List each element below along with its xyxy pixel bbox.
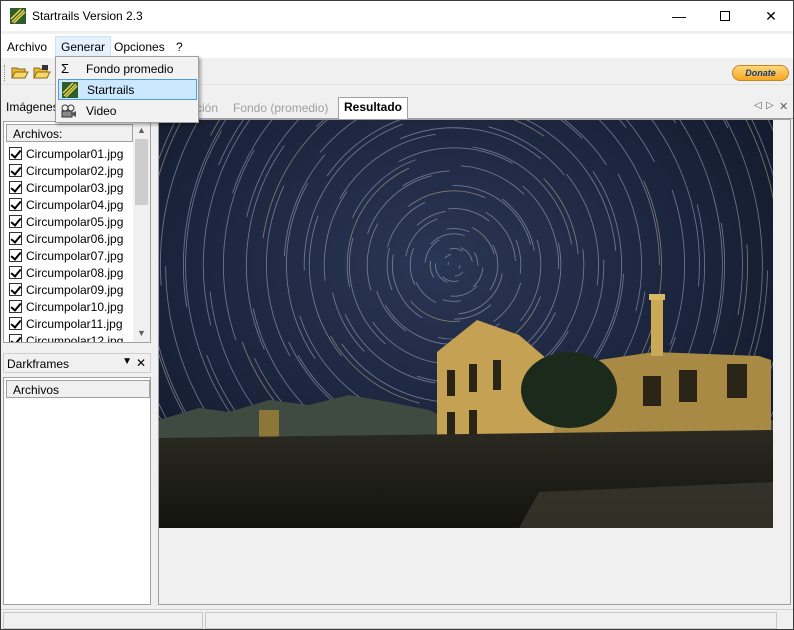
image-file-list: Archivos: Circumpolar01.jpg Circumpolar02…: [3, 121, 151, 343]
file-checkbox[interactable]: [9, 317, 22, 330]
tab-fondo-promedio[interactable]: Fondo (promedio): [228, 99, 333, 119]
left-panel: Imágenes Archivos: Circumpolar01.jpg Circ…: [1, 95, 154, 607]
view-tabs: ción Fondo (promedio) Resultado ◁ ▷ ✕: [156, 95, 793, 119]
list-item[interactable]: Circumpolar03.jpg: [9, 179, 123, 196]
menu-help[interactable]: ?: [171, 37, 188, 57]
startrails-app-icon: [10, 8, 26, 24]
menu-item-startrails[interactable]: Startrails: [58, 79, 197, 100]
file-name: Circumpolar08.jpg: [26, 265, 124, 280]
donate-button[interactable]: Donate: [732, 65, 789, 81]
menu-bar: Archivo Generar Opciones ?: [1, 34, 793, 58]
file-checkbox[interactable]: [9, 181, 22, 194]
file-checkbox[interactable]: [9, 232, 22, 245]
close-icon: ✕: [765, 7, 777, 24]
toolbar-grip: [4, 65, 6, 81]
list-item[interactable]: Circumpolar11.jpg: [9, 315, 123, 332]
image-scrollbar[interactable]: [773, 120, 790, 604]
sigma-icon: Σ: [61, 61, 70, 76]
darkframes-panel-header: Darkframes ▼ ✕: [3, 353, 151, 373]
file-name: Circumpolar07.jpg: [26, 248, 124, 263]
menu-item-fondo-promedio[interactable]: Σ Fondo promedio: [58, 59, 197, 80]
right-panel: ción Fondo (promedio) Resultado ◁ ▷ ✕: [156, 95, 793, 607]
menu-item-label: Video: [86, 104, 117, 118]
minimize-icon: —: [672, 8, 686, 24]
file-name: Circumpolar06.jpg: [26, 231, 124, 246]
window-title: Startrails Version 2.3: [32, 9, 143, 23]
list-item[interactable]: Circumpolar05.jpg: [9, 213, 123, 230]
file-name: Circumpolar11.jpg: [26, 316, 123, 331]
close-button[interactable]: ✕: [748, 1, 794, 31]
tab-resultado[interactable]: Resultado: [338, 97, 409, 119]
file-name: Circumpolar05.jpg: [26, 214, 124, 229]
file-name: Circumpolar01.jpg: [26, 146, 124, 161]
file-name: Circumpolar02.jpg: [26, 163, 124, 178]
file-checkbox[interactable]: [9, 147, 22, 160]
darkframes-column-header[interactable]: Archivos: [6, 380, 150, 398]
archivos-column-header[interactable]: Archivos:: [6, 124, 133, 142]
status-bar: [1, 609, 793, 629]
menu-archivo[interactable]: Archivo: [2, 37, 52, 57]
file-name: Circumpolar12.jpg: [26, 333, 124, 343]
list-item[interactable]: Circumpolar10.jpg: [9, 298, 123, 315]
minimize-button[interactable]: —: [656, 1, 702, 31]
file-list-scrollbar[interactable]: ▲ ▼: [133, 122, 150, 342]
list-item[interactable]: Circumpolar07.jpg: [9, 247, 123, 264]
scrollbar-thumb[interactable]: [135, 139, 148, 205]
generar-dropdown: Σ Fondo promedio Startrails Video: [55, 56, 199, 123]
maximize-button[interactable]: [702, 1, 748, 31]
status-cell-right: [205, 612, 777, 629]
tab-scroll-right-icon[interactable]: ▷: [766, 100, 774, 111]
list-item[interactable]: Circumpolar12.jpg: [9, 332, 124, 343]
file-checkbox[interactable]: [9, 215, 22, 228]
open-darkframes-icon[interactable]: [33, 64, 51, 80]
close-icon[interactable]: ✕: [136, 356, 146, 370]
menu-item-label: Startrails: [87, 83, 135, 97]
title-bar: Startrails Version 2.3 — ✕: [1, 1, 793, 31]
open-folder-icon[interactable]: [11, 64, 29, 80]
list-item[interactable]: Circumpolar04.jpg: [9, 196, 123, 213]
file-name: Circumpolar03.jpg: [26, 180, 124, 195]
file-checkbox[interactable]: [9, 198, 22, 211]
startrails-result-image: [159, 120, 774, 528]
video-camera-icon: [61, 104, 76, 118]
file-checkbox[interactable]: [9, 164, 22, 177]
file-checkbox[interactable]: [9, 283, 22, 296]
list-item[interactable]: Circumpolar01.jpg: [9, 145, 123, 162]
file-name: Circumpolar04.jpg: [26, 197, 124, 212]
tab-close-icon[interactable]: ✕: [779, 100, 788, 113]
status-cell-left: [3, 612, 203, 629]
file-name: Circumpolar09.jpg: [26, 282, 124, 297]
menu-item-video[interactable]: Video: [58, 101, 197, 122]
list-item[interactable]: Circumpolar09.jpg: [9, 281, 123, 298]
menu-generar[interactable]: Generar: [55, 36, 112, 58]
list-item[interactable]: Circumpolar08.jpg: [9, 264, 123, 281]
tab-scroll-left-icon[interactable]: ◁: [754, 100, 762, 111]
list-item[interactable]: Circumpolar02.jpg: [9, 162, 123, 179]
file-checkbox[interactable]: [9, 334, 22, 342]
pin-icon[interactable]: ▼: [122, 356, 132, 367]
file-name: Circumpolar10.jpg: [26, 299, 124, 314]
startrails-icon: [62, 82, 78, 98]
app-window: Startrails Version 2.3 — ✕ Archivo Gener…: [0, 0, 794, 630]
list-item[interactable]: Circumpolar06.jpg: [9, 230, 123, 247]
menu-opciones[interactable]: Opciones: [109, 37, 170, 57]
scroll-down-icon[interactable]: ▼: [133, 325, 150, 342]
scroll-up-icon[interactable]: ▲: [133, 122, 150, 139]
darkframes-title: Darkframes: [7, 357, 70, 371]
menu-item-label: Fondo promedio: [86, 62, 174, 76]
file-checkbox[interactable]: [9, 249, 22, 262]
result-image-viewer: [158, 119, 791, 605]
file-checkbox[interactable]: [9, 266, 22, 279]
darkframes-list: Archivos: [3, 377, 151, 605]
file-checkbox[interactable]: [9, 300, 22, 313]
maximize-icon: [720, 11, 730, 21]
